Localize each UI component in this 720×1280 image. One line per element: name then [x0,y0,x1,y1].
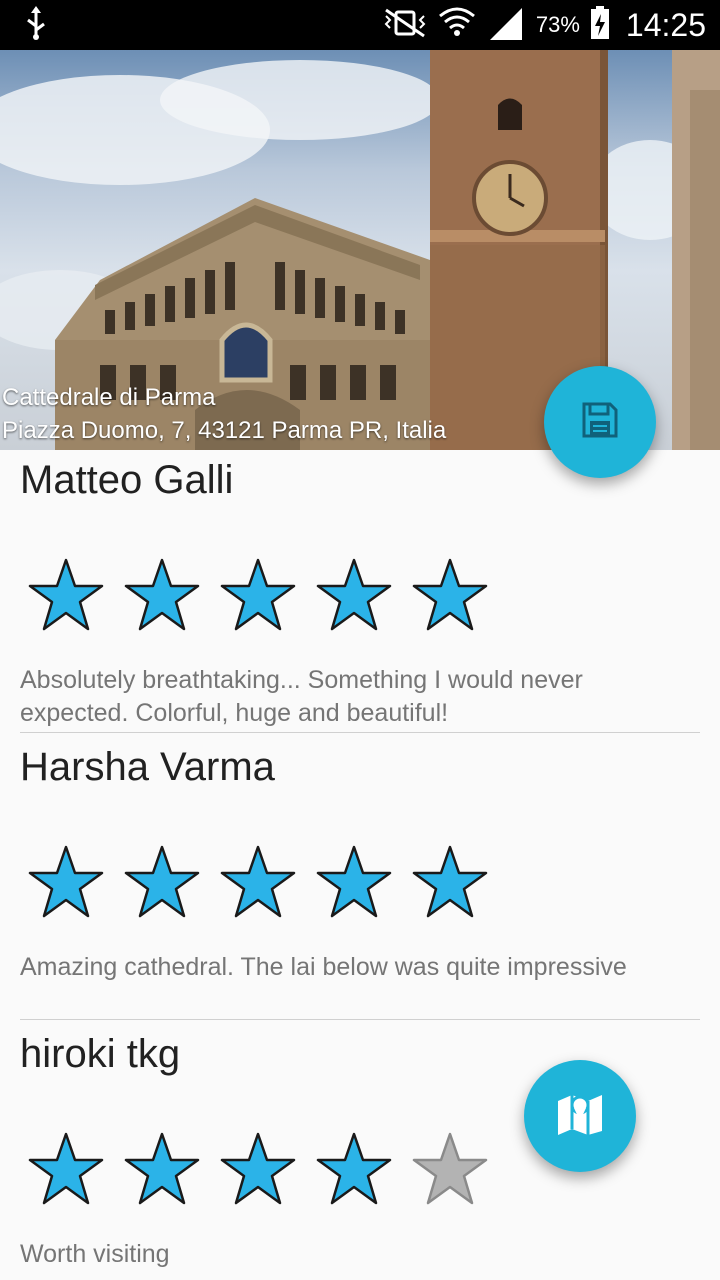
star-filled-icon [124,558,200,631]
star-filled-icon [412,845,488,918]
star-filled-icon [220,558,296,631]
clock: 14:25 [625,6,706,43]
review-text: Amazing cathedral. The lai below was qui… [20,953,627,981]
star-filled-icon [220,845,296,918]
star-filled-icon [28,1132,104,1205]
rating-stars [28,558,488,632]
star-filled-icon [316,1132,392,1205]
save-place-button[interactable] [544,366,656,478]
star-filled-icon [316,845,392,918]
place-name: Cattedrale di Parma [2,384,216,411]
star-filled-icon [220,1132,296,1205]
star-empty-icon [412,1132,488,1205]
battery-percent: 73% [535,12,580,37]
divider [20,732,700,733]
star-filled-icon [412,558,488,631]
floppy-disk-icon [581,401,619,444]
map-icon [554,1091,606,1142]
place-address: Piazza Duomo, 7, 43121 Parma PR, Italia [2,417,447,444]
status-bar: 73% 14:25 [0,0,720,50]
star-filled-icon [124,845,200,918]
star-filled-icon [316,558,392,631]
battery-charging-icon [590,5,610,45]
review-author: Harsha Varma [20,745,275,789]
rating-stars [28,845,488,919]
divider [20,1019,700,1020]
signal-icon [486,6,526,45]
vibrate-mute-icon [382,8,428,43]
star-filled-icon [28,845,104,918]
usb-icon [24,5,48,45]
rating-stars [28,1132,488,1206]
review-author: hiroki tkg [20,1032,181,1076]
review-text: Absolutely breathtaking... Something I w… [20,666,583,727]
review-text: Worth visiting [20,1240,170,1268]
star-filled-icon [124,1132,200,1205]
show-map-button[interactable] [524,1060,636,1172]
wifi-icon [438,6,476,45]
review-author: Matteo Galli [20,458,234,502]
star-filled-icon [28,558,104,631]
